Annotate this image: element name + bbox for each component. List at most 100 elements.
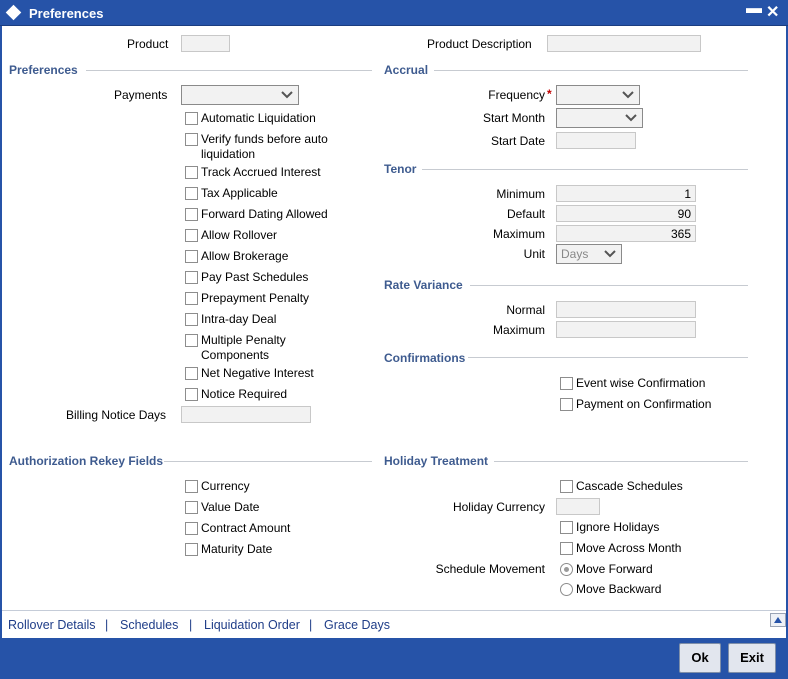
forward-dating-allowed-label: Forward Dating Allowed xyxy=(201,207,328,221)
net-negative-interest-checkbox[interactable] xyxy=(185,367,198,380)
move-backward-label: Move Backward xyxy=(576,582,662,596)
link-separator: | xyxy=(189,618,193,632)
rate-normal-field[interactable] xyxy=(556,301,696,318)
rate-maximum-label: Maximum xyxy=(492,323,545,337)
holiday-currency-label: Holiday Currency xyxy=(452,500,545,514)
chevron-down-icon xyxy=(625,114,637,122)
allow-brokerage-label: Allow Brokerage xyxy=(201,249,289,263)
allow-rollover-label: Allow Rollover xyxy=(201,228,278,242)
payments-select[interactable] xyxy=(181,85,299,105)
link-separator: | xyxy=(309,618,313,632)
payments-label: Payments xyxy=(114,88,168,102)
move-backward-radio[interactable] xyxy=(560,583,573,596)
track-accrued-interest-checkbox[interactable] xyxy=(185,166,198,179)
window-title-bar: Preferences ▬ ✕ xyxy=(0,0,788,26)
chevron-down-icon xyxy=(622,91,634,99)
tenor-default-field[interactable]: 90 xyxy=(556,205,696,222)
rate-variance-section-title: Rate Variance xyxy=(384,278,463,292)
event-wise-confirmation-checkbox[interactable] xyxy=(560,377,573,390)
rekey-currency-checkbox[interactable] xyxy=(185,480,198,493)
multiple-penalty-components-label: Multiple Penalty Components xyxy=(201,333,286,362)
rate-variance-divider xyxy=(470,285,748,286)
preferences-divider xyxy=(86,70,372,71)
notice-required-label: Notice Required xyxy=(201,387,288,401)
scroll-up-button[interactable] xyxy=(770,613,786,627)
pay-past-schedules-checkbox[interactable] xyxy=(185,271,198,284)
multiple-penalty-components-checkbox[interactable] xyxy=(185,334,198,347)
move-forward-radio[interactable] xyxy=(560,563,573,576)
tenor-maximum-field[interactable]: 365 xyxy=(556,225,696,242)
notice-required-checkbox[interactable] xyxy=(185,388,198,401)
prepayment-penalty-label: Prepayment Penalty xyxy=(201,291,310,305)
rate-normal-label: Normal xyxy=(506,303,545,317)
track-accrued-interest-label: Track Accrued Interest xyxy=(201,165,321,179)
grace-days-link[interactable]: Grace Days xyxy=(324,618,390,632)
rekey-maturity-date-checkbox[interactable] xyxy=(185,543,198,556)
intra-day-deal-checkbox[interactable] xyxy=(185,313,198,326)
frequency-label: Frequency xyxy=(488,88,545,102)
prepayment-penalty-checkbox[interactable] xyxy=(185,292,198,305)
tenor-maximum-label: Maximum xyxy=(492,227,545,241)
ignore-holidays-checkbox[interactable] xyxy=(560,521,573,534)
rekey-currency-label: Currency xyxy=(201,479,250,493)
close-icon[interactable]: ✕ xyxy=(766,2,779,22)
rekey-maturity-date-label: Maturity Date xyxy=(201,542,273,556)
tenor-minimum-field[interactable]: 1 xyxy=(556,185,696,202)
minimize-icon[interactable]: ▬ xyxy=(746,0,762,18)
chevron-down-icon xyxy=(604,250,616,258)
footer-bar: Ok Exit xyxy=(2,638,786,679)
start-month-label: Start Month xyxy=(482,111,545,125)
start-date-label: Start Date xyxy=(490,134,545,148)
tax-applicable-label: Tax Applicable xyxy=(201,186,278,200)
allow-rollover-checkbox[interactable] xyxy=(185,229,198,242)
forward-dating-allowed-checkbox[interactable] xyxy=(185,208,198,221)
tenor-unit-label: Unit xyxy=(523,247,545,261)
cascade-schedules-checkbox[interactable] xyxy=(560,480,573,493)
allow-brokerage-checkbox[interactable] xyxy=(185,250,198,263)
intra-day-deal-label: Intra-day Deal xyxy=(201,312,277,326)
liquidation-order-link[interactable]: Liquidation Order xyxy=(204,618,300,632)
confirmations-section-title: Confirmations xyxy=(384,351,466,365)
move-across-month-checkbox[interactable] xyxy=(560,542,573,555)
product-description-label: Product Description xyxy=(427,37,532,51)
tenor-default-label: Default xyxy=(506,207,545,221)
preferences-form: Product Product Description Preferences … xyxy=(2,26,786,610)
accrual-section-title: Accrual xyxy=(384,63,429,77)
chevron-down-icon xyxy=(281,91,293,99)
automatic-liquidation-label: Automatic Liquidation xyxy=(201,111,316,125)
verify-funds-checkbox[interactable] xyxy=(185,133,198,146)
schedules-link[interactable]: Schedules xyxy=(120,618,178,632)
auth-rekey-divider xyxy=(164,461,372,462)
holiday-treatment-divider xyxy=(494,461,748,462)
verify-funds-label: Verify funds before auto liquidation xyxy=(201,132,328,161)
rollover-details-link[interactable]: Rollover Details xyxy=(8,618,96,632)
confirmations-divider xyxy=(468,357,748,358)
radio-selected-dot xyxy=(564,567,569,572)
tenor-minimum-label: Minimum xyxy=(496,187,545,201)
rekey-value-date-checkbox[interactable] xyxy=(185,501,198,514)
holiday-currency-field[interactable] xyxy=(556,498,600,515)
tax-applicable-checkbox[interactable] xyxy=(185,187,198,200)
product-description-field[interactable] xyxy=(547,35,701,52)
tenor-unit-select[interactable]: Days xyxy=(556,244,622,264)
automatic-liquidation-checkbox[interactable] xyxy=(185,112,198,125)
start-month-select[interactable] xyxy=(556,108,643,128)
rate-maximum-field[interactable] xyxy=(556,321,696,338)
payment-on-confirmation-checkbox[interactable] xyxy=(560,398,573,411)
billing-notice-days-field[interactable] xyxy=(181,406,311,423)
tenor-section-title: Tenor xyxy=(384,162,417,176)
link-separator: | xyxy=(105,618,109,632)
rekey-value-date-label: Value Date xyxy=(201,500,260,514)
product-field[interactable] xyxy=(181,35,230,52)
tenor-unit-select-value: Days xyxy=(561,247,589,261)
exit-button[interactable]: Exit xyxy=(728,643,776,673)
start-date-field[interactable] xyxy=(556,132,636,149)
rekey-contract-amount-checkbox[interactable] xyxy=(185,522,198,535)
billing-notice-days-label: Billing Notice Days xyxy=(66,408,167,422)
auth-rekey-section-title: Authorization Rekey Fields xyxy=(9,454,164,468)
event-wise-confirmation-label: Event wise Confirmation xyxy=(576,376,706,390)
preferences-section-title: Preferences xyxy=(9,63,78,77)
frequency-select[interactable] xyxy=(556,85,640,105)
schedule-movement-label: Schedule Movement xyxy=(435,562,545,576)
ok-button[interactable]: Ok xyxy=(679,643,721,673)
